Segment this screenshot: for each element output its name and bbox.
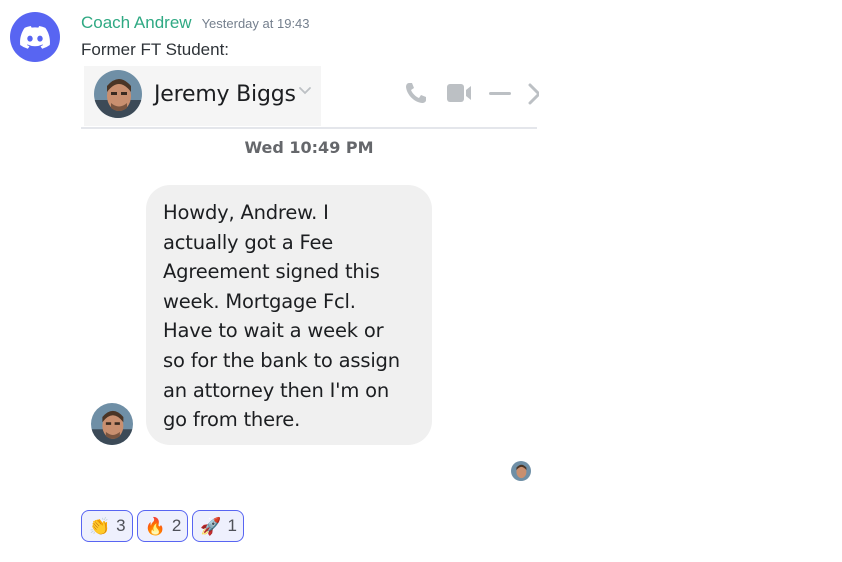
reaction-rocket[interactable]: 🚀 1 (192, 510, 244, 542)
minimize-icon (489, 92, 511, 95)
message-timestamp: Yesterday at 19:43 (201, 16, 310, 31)
date-separator: Wed 10:49 PM (244, 138, 374, 157)
reaction-clap[interactable]: 👏 3 (81, 510, 133, 542)
clapping-hands-icon: 👏 (89, 516, 111, 536)
contact-name: Jeremy Biggs (154, 82, 296, 107)
reaction-count: 1 (227, 516, 237, 535)
reactions-bar: 👏 3 🔥 2 🚀 1 (81, 510, 244, 542)
reaction-count: 3 (116, 516, 126, 535)
close-icon (528, 83, 539, 105)
message-header: Coach Andrew Yesterday at 19:43 (81, 13, 310, 33)
video-icon (447, 84, 471, 102)
chat-header: Jeremy Biggs (84, 66, 321, 126)
discord-logo-icon (20, 25, 50, 49)
sender-avatar (91, 403, 133, 445)
reaction-fire[interactable]: 🔥 2 (136, 510, 189, 542)
fire-icon: 🔥 (144, 516, 166, 536)
attached-screenshot[interactable]: Jeremy Biggs Wed 10:49 PM Howdy, Andrew.… (81, 66, 539, 481)
reaction-count: 2 (171, 516, 182, 535)
seen-indicator-avatar (511, 461, 531, 481)
contact-avatar (94, 70, 142, 118)
author-avatar[interactable] (10, 12, 60, 62)
phone-icon (406, 83, 426, 103)
header-divider (81, 127, 537, 129)
author-name[interactable]: Coach Andrew (81, 13, 192, 33)
message-text: Former FT Student: (81, 40, 230, 59)
chevron-down-icon (299, 87, 311, 95)
bubble-text: Howdy, Andrew. I actually got a Fee Agre… (163, 201, 400, 432)
rocket-icon: 🚀 (200, 516, 222, 536)
message-bubble: Howdy, Andrew. I actually got a Fee Agre… (146, 185, 432, 445)
